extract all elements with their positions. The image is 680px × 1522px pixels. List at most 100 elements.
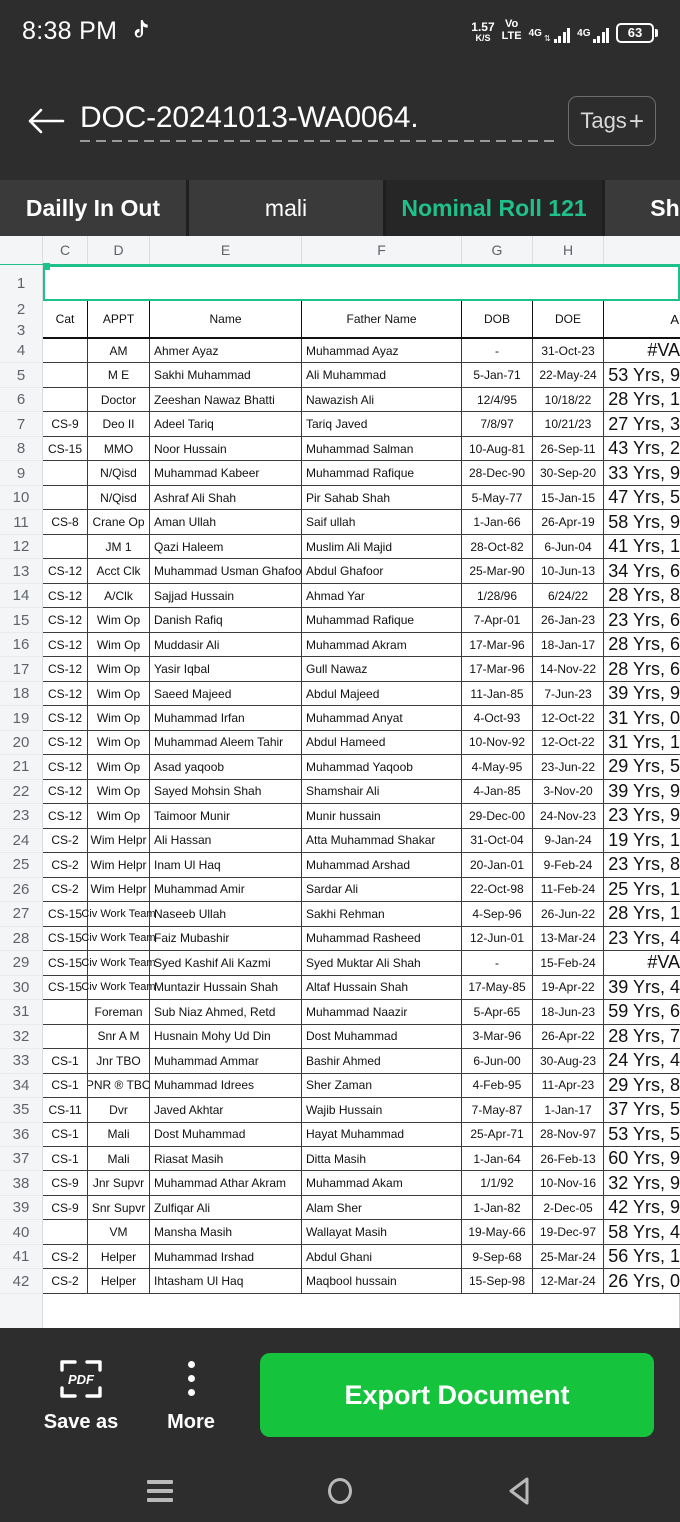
cell-doe[interactable]: 31-Oct-23	[533, 339, 604, 364]
cell-cat[interactable]: CS-2	[43, 828, 88, 854]
cell-age[interactable]: 25 Yrs, 1	[604, 878, 680, 903]
cell-doe[interactable]: 1-Jan-17	[533, 1098, 604, 1123]
cell-doe[interactable]: 12-Mar-24	[533, 1269, 604, 1294]
cell-name[interactable]: Muhammad Irfan	[150, 706, 302, 731]
cell-dob[interactable]: 12-Jun-01	[462, 926, 533, 952]
cell-dob[interactable]: 4-May-95	[462, 755, 533, 780]
table-row[interactable]: 29 CS-15 Civ Work Team Syed Kashif Ali Kazm…	[0, 951, 680, 976]
cell-age[interactable]: 28 Yrs, 6	[604, 633, 680, 658]
row-number[interactable]: 36	[0, 1122, 43, 1147]
cell-doe[interactable]: 6/24/22	[533, 583, 604, 609]
cell-age[interactable]: 53 Yrs, 5	[604, 1123, 680, 1147]
cell-cat[interactable]: CS-12	[43, 657, 88, 682]
cell-father-name[interactable]: Abdul Ghafoor	[302, 559, 462, 584]
cell-cat[interactable]: CS-12	[43, 804, 88, 829]
cell-name[interactable]: Muhammad Ammar	[150, 1049, 302, 1074]
cell-doe[interactable]: 15-Jan-15	[533, 485, 604, 511]
cell-age[interactable]: 32 Yrs, 9	[604, 1171, 680, 1196]
cell-appt[interactable]: Jnr TBO	[88, 1049, 150, 1074]
cell-father-name[interactable]: Sher Zaman	[302, 1073, 462, 1099]
table-row[interactable]: 4 AM Ahmer Ayaz Muhammad Ayaz -31-Oct-23 #VA	[0, 339, 680, 364]
cell-name[interactable]: Ihtasham Ul Haq	[150, 1269, 302, 1294]
cell-doe[interactable]: 10/18/22	[533, 387, 604, 413]
cell-father-name[interactable]: Ditta Masih	[302, 1146, 462, 1172]
cell-dob[interactable]: 19-May-66	[462, 1220, 533, 1245]
cell-cat[interactable]: CS-1	[43, 1073, 88, 1099]
row-number[interactable]: 22	[0, 779, 43, 805]
cell-name[interactable]: Mansha Masih	[150, 1220, 302, 1245]
table-row[interactable]: 34 CS-1 PNR ® TBO Muhammad Idrees Sher Zaman…	[0, 1073, 680, 1099]
row-number[interactable]: 11	[0, 510, 43, 535]
cell-name[interactable]: Zeeshan Nawaz Bhatti	[150, 387, 302, 413]
cell-cat[interactable]	[43, 1024, 88, 1050]
cell-cat[interactable]: CS-1	[43, 1146, 88, 1172]
home-circle-icon[interactable]	[320, 1471, 360, 1511]
cell-appt[interactable]: Doctor	[88, 387, 150, 413]
cell-dob[interactable]: 1/28/96	[462, 583, 533, 609]
cell-doe[interactable]: 11-Apr-23	[533, 1073, 604, 1099]
cell-age[interactable]: 39 Yrs, 9	[604, 780, 680, 805]
cell-father-name[interactable]: Dost Muhammad	[302, 1024, 462, 1050]
table-row[interactable]: 42 CS-2 Helper Ihtasham Ul Haq Maqbool hussa…	[0, 1269, 680, 1294]
cell-father-name[interactable]: Gull Nawaz	[302, 657, 462, 682]
row-number[interactable]: 35	[0, 1098, 43, 1123]
cell-father-name[interactable]: Muhammad Naazir	[302, 1000, 462, 1025]
cell-dob[interactable]: 28-Dec-90	[462, 461, 533, 486]
cell-father-name[interactable]: Ahmad Yar	[302, 583, 462, 609]
cell-doe[interactable]: 26-Feb-13	[533, 1146, 604, 1172]
table-row[interactable]: 36 CS-1 Mali Dost Muhammad Hayat Muhammad 25-…	[0, 1122, 680, 1147]
cell-doe[interactable]: 26-Jan-23	[533, 608, 604, 633]
cell-age[interactable]: 47 Yrs, 5	[604, 486, 680, 511]
cell-cat[interactable]	[43, 339, 88, 364]
cell-doe[interactable]: 18-Jan-17	[533, 632, 604, 658]
cell-age[interactable]: 28 Yrs, 8	[604, 584, 680, 609]
cell-dob[interactable]: 10-Aug-81	[462, 436, 533, 462]
cell-age[interactable]: 29 Yrs, 5	[604, 755, 680, 780]
cell-dob[interactable]: 15-Sep-98	[462, 1269, 533, 1294]
cell-appt[interactable]: Wim Op	[88, 779, 150, 805]
cell-age[interactable]: 41 Yrs, 1	[604, 535, 680, 560]
row-number[interactable]: 9	[0, 461, 43, 486]
cell-age[interactable]: 58 Yrs, 9	[604, 510, 680, 535]
cell-father-name[interactable]: Atta Muhammad Shakar	[302, 828, 462, 854]
cell-appt[interactable]: Civ Work Team	[81, 926, 156, 952]
cell-appt[interactable]: Wim Op	[88, 657, 150, 682]
cell-name[interactable]: Adeel Tariq	[150, 412, 302, 437]
sheet-tab-nominal-roll-121[interactable]: Nominal Roll 121	[386, 180, 602, 236]
cell-dob[interactable]: 7-Apr-01	[462, 608, 533, 633]
row-number[interactable]: 31	[0, 1000, 43, 1025]
cell-name[interactable]: Muhammad Idrees	[150, 1073, 302, 1099]
cell-dob[interactable]: -	[462, 951, 533, 976]
cell-dob[interactable]: 4-Sep-96	[462, 902, 533, 927]
row-number[interactable]: 12	[0, 534, 43, 560]
row-number[interactable]: 16	[0, 632, 43, 658]
cell-name[interactable]: Javed Akhtar	[150, 1098, 302, 1123]
cell-dob[interactable]: 4-Feb-95	[462, 1073, 533, 1099]
cell-appt[interactable]: N/Qisd	[88, 485, 150, 511]
table-row[interactable]: 18 CS-12 Wim Op Saeed Majeed Abdul Majeed 11-…	[0, 681, 680, 707]
cell-father-name[interactable]: Wajib Hussain	[302, 1098, 462, 1123]
cell-name[interactable]: Sayed Mohsin Shah	[150, 779, 302, 805]
cell-appt[interactable]: Wim Op	[88, 804, 150, 829]
row-number[interactable]: 23	[0, 804, 43, 829]
cell-doe[interactable]: 9-Feb-24	[533, 853, 604, 878]
column-header-c[interactable]: C	[43, 236, 88, 264]
cell-dob[interactable]: 25-Apr-71	[462, 1122, 533, 1147]
table-row[interactable]: 40 VM Mansha Masih Wallayat Masih 19-May-66 1…	[0, 1220, 680, 1245]
cell-dob[interactable]: 6-Jun-00	[462, 1049, 533, 1074]
cell-age[interactable]: 53 Yrs, 9	[604, 363, 680, 388]
cell-doe[interactable]: 10/21/23	[533, 412, 604, 437]
cell-name[interactable]: Ali Hassan	[150, 828, 302, 854]
cell-name[interactable]: Aman Ullah	[150, 510, 302, 535]
table-row[interactable]: 12 JM 1 Qazi Haleem Muslim Ali Majid 28-Oct-…	[0, 534, 680, 560]
cell-doe[interactable]: 26-Apr-22	[533, 1024, 604, 1050]
cell-name[interactable]: Qazi Haleem	[150, 534, 302, 560]
cell-doe[interactable]: 26-Sep-11	[533, 436, 604, 462]
cell-father-name[interactable]: Muhammad Rafique	[302, 461, 462, 486]
cell-name[interactable]: Muhammad Irshad	[150, 1244, 302, 1270]
cell-cat[interactable]	[43, 387, 88, 413]
cell-father-name[interactable]: Maqbool hussain	[302, 1269, 462, 1294]
cell-father-name[interactable]: Shamshair Ali	[302, 779, 462, 805]
cell-cat[interactable]: CS-12	[43, 706, 88, 731]
cell-appt[interactable]: Deo II	[88, 412, 150, 437]
